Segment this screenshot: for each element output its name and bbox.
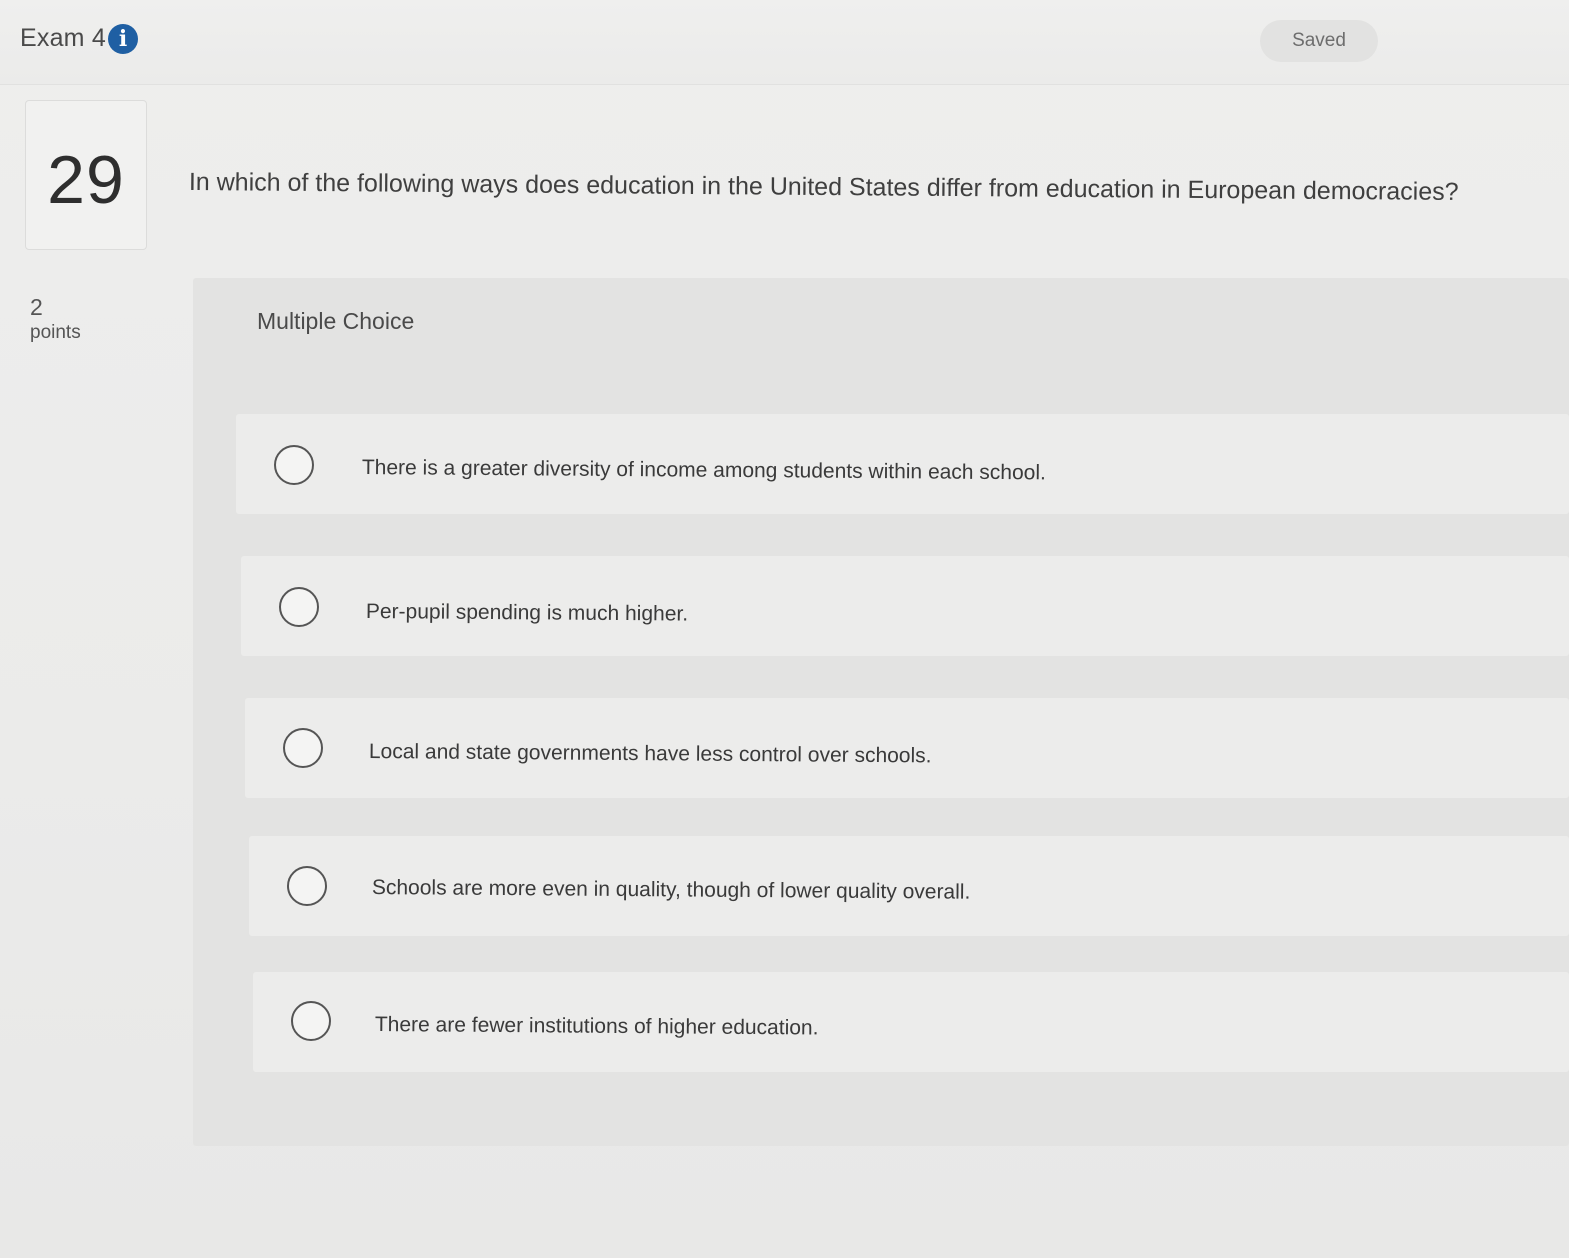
question-number-box: 29 (25, 100, 147, 250)
exam-header: Exam 4 i Saved (0, 0, 1569, 85)
answer-option-2[interactable]: Per-pupil spending is much higher. (241, 556, 1569, 656)
answer-option-3[interactable]: Local and state governments have less co… (245, 698, 1569, 798)
answer-option-5[interactable]: There are fewer institutions of higher e… (253, 972, 1569, 1072)
answer-option-label: Local and state governments have less co… (368, 740, 932, 768)
answer-option-label: Schools are more even in quality, though… (371, 876, 971, 904)
exam-title: Exam 4 (20, 24, 106, 52)
answer-option-label: There are fewer institutions of higher e… (374, 1013, 819, 1040)
radio-button-icon[interactable] (287, 866, 327, 906)
points-value: 2 (30, 294, 43, 320)
info-icon[interactable]: i (108, 24, 138, 54)
answer-option-label: There is a greater diversity of income a… (361, 456, 1046, 485)
radio-button-icon[interactable] (291, 1001, 331, 1041)
radio-button-icon[interactable] (283, 728, 323, 768)
radio-button-icon[interactable] (279, 587, 319, 627)
answer-option-label: Per-pupil spending is much higher. (365, 600, 689, 626)
points-label: points (30, 322, 81, 343)
answer-option-4[interactable]: Schools are more even in quality, though… (249, 836, 1569, 936)
saved-status-badge: Saved (1260, 20, 1378, 62)
question-number: 29 (47, 142, 125, 218)
answer-option-1[interactable]: There is a greater diversity of income a… (236, 414, 1569, 514)
radio-button-icon[interactable] (274, 445, 314, 485)
question-type-label: Multiple Choice (257, 308, 415, 334)
